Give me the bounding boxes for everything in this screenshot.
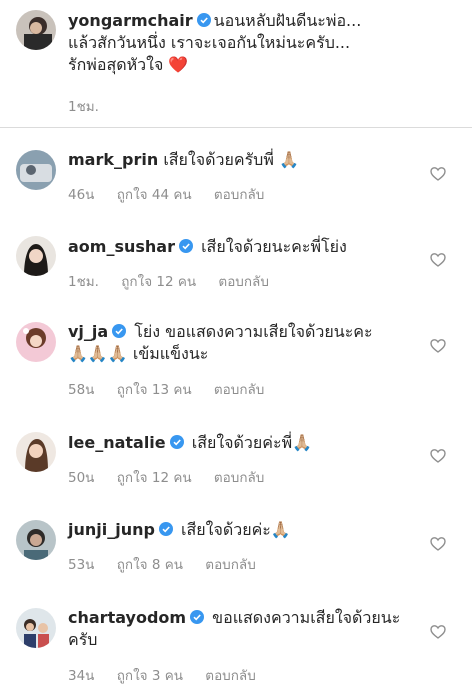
comment-text: ขอแสดงความเสียใจด้วยนะ [212,608,401,627]
post-meta: 1ชม. [68,95,117,117]
caption-line: รักพ่อสุดหัวใจ ❤️ [68,55,189,74]
avatar[interactable] [16,608,56,648]
caption-text: yongarmchair นอนหลับฝันดีนะพ่อ... แล้วสัก… [68,10,428,76]
caption-line: แล้วสักวันหนึ่ง เราจะเจอกันใหม่นะครับ... [68,33,351,52]
verified-badge-icon [112,324,127,338]
comment-text: เสียใจด้วยครับพี่ 🙏🏼 [163,150,299,169]
likes-count[interactable]: ถูกใจ 3 คน [117,668,183,684]
timestamp: 50น [68,470,95,486]
reply-button[interactable]: ตอบกลับ [214,187,264,203]
likes-count[interactable]: ถูกใจ 8 คน [117,557,183,573]
avatar[interactable] [16,520,56,560]
username[interactable]: chartayodom [68,608,186,627]
comment-item: junji_junp เสียใจด้วยค่ะ🙏🏼 53น ถูกใจ 8 ค… [0,508,472,588]
comment-meta: 58น ถูกใจ 13 คน ตอบกลับ [68,378,282,400]
timestamp: 1ชม. [68,99,99,115]
post-caption: yongarmchair นอนหลับฝันดีนะพ่อ... แล้วสัก… [0,0,472,128]
verified-badge-icon [196,13,211,27]
like-heart-icon[interactable] [430,252,446,268]
username[interactable]: lee_natalie [68,433,166,452]
avatar[interactable] [16,10,56,50]
caption-line: นอนหลับฝันดีนะพ่อ... [213,11,362,30]
comment-item: lee_natalie เสียใจด้วยค่ะพี่🙏🏼 50น ถูกใจ… [0,420,472,500]
comment-meta: 50น ถูกใจ 12 คน ตอบกลับ [68,466,282,488]
comment-text: เสียใจด้วยค่ะ🙏🏼 [181,520,291,539]
likes-count[interactable]: ถูกใจ 44 คน [117,187,192,203]
likes-count[interactable]: ถูกใจ 12 คน [121,274,196,290]
avatar[interactable] [16,322,56,362]
comment-meta: 53น ถูกใจ 8 คน ตอบกลับ [68,553,274,575]
comment-item: mark_prin เสียใจด้วยครับพี่ 🙏🏼 46น ถูกใจ… [0,138,472,218]
reply-button[interactable]: ตอบกลับ [214,470,264,486]
reply-button[interactable]: ตอบกลับ [218,274,268,290]
like-heart-icon[interactable] [430,338,446,354]
reply-button[interactable]: ตอบกลับ [214,382,264,398]
like-heart-icon[interactable] [430,624,446,640]
timestamp: 58น [68,382,95,398]
verified-badge-icon [158,522,173,536]
comment-text: โย่ง ขอแสดงความเสียใจด้วยนะคะ [134,322,373,341]
verified-badge-icon [169,435,184,449]
comment-meta: 34น ถูกใจ 3 คน ตอบกลับ [68,664,274,686]
like-heart-icon[interactable] [430,448,446,464]
username[interactable]: yongarmchair [68,11,193,30]
comment-item: aom_sushar เสียใจด้วยนะคะพี่โย่ง 1ชม. ถู… [0,224,472,304]
username[interactable]: vj_ja [68,322,108,341]
username[interactable]: aom_sushar [68,237,175,256]
verified-badge-icon [178,239,193,253]
comment-item: chartayodom ขอแสดงความเสียใจด้วยนะ ครับ … [0,596,472,696]
comment-text: เสียใจด้วยค่ะพี่🙏🏼 [191,433,313,452]
reply-button[interactable]: ตอบกลับ [205,557,255,573]
timestamp: 46น [68,187,95,203]
comment-meta: 1ชม. ถูกใจ 12 คน ตอบกลับ [68,270,287,292]
avatar[interactable] [16,150,56,190]
comment-meta: 46น ถูกใจ 44 คน ตอบกลับ [68,183,282,205]
comment-text: เสียใจด้วยนะคะพี่โย่ง [201,237,347,256]
comment-text: 🙏🏼🙏🏼🙏🏼 เข้มแข็งนะ [68,344,209,363]
username[interactable]: junji_junp [68,520,155,539]
like-heart-icon[interactable] [430,166,446,182]
timestamp: 34น [68,668,95,684]
comment-text: ครับ [68,630,98,649]
like-heart-icon[interactable] [430,536,446,552]
username[interactable]: mark_prin [68,150,158,169]
avatar[interactable] [16,432,56,472]
verified-badge-icon [190,610,205,624]
timestamp: 1ชม. [68,274,99,290]
comment-item: vj_ja โย่ง ขอแสดงความเสียใจด้วยนะคะ 🙏🏼🙏🏼… [0,310,472,410]
timestamp: 53น [68,557,95,573]
likes-count[interactable]: ถูกใจ 12 คน [117,470,192,486]
likes-count[interactable]: ถูกใจ 13 คน [117,382,192,398]
avatar[interactable] [16,236,56,276]
reply-button[interactable]: ตอบกลับ [205,668,255,684]
